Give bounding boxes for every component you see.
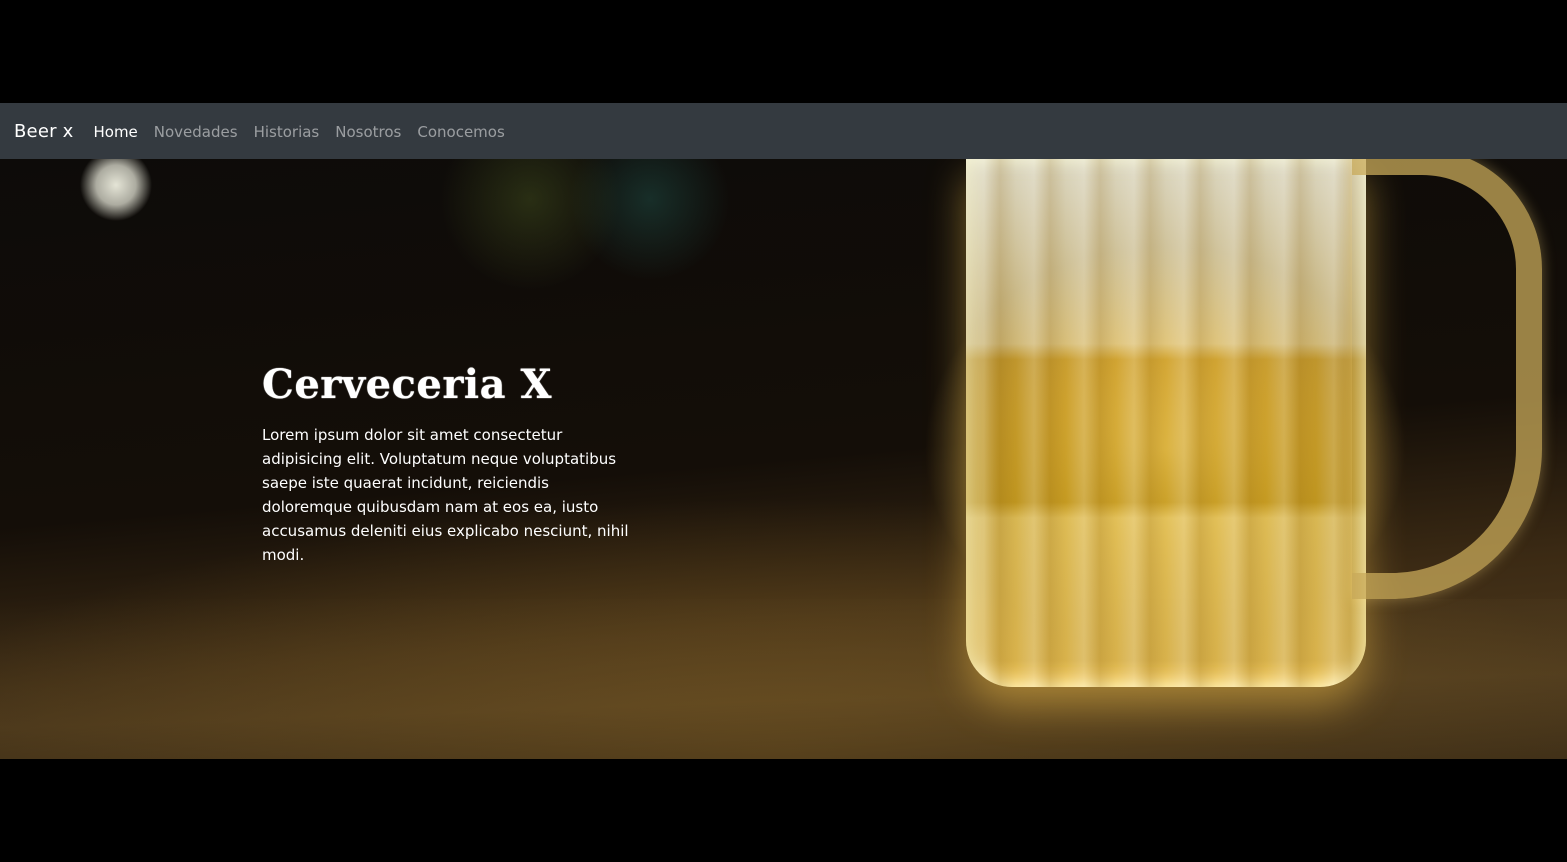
navbar: Beer x Home Novedades Historias Nosotros… <box>0 103 1567 159</box>
nav-item-conocemos: Conocemos <box>409 122 512 141</box>
nav-link-home[interactable]: Home <box>93 123 137 141</box>
hero-text: Cerveceria X Lorem ipsum dolor sit amet … <box>262 359 634 567</box>
nav-link-conocemos[interactable]: Conocemos <box>417 123 504 141</box>
beer-mug-image <box>966 159 1366 687</box>
mug-glass-ribs <box>966 159 1366 687</box>
nav-link-nosotros[interactable]: Nosotros <box>335 123 401 141</box>
hero-title: Cerveceria X <box>262 361 553 408</box>
brand-link[interactable]: Beer x <box>14 121 73 142</box>
page: Beer x Home Novedades Historias Nosotros… <box>0 0 1567 862</box>
nav-item-novedades: Novedades <box>146 122 246 141</box>
hero-section: Cerveceria X Lorem ipsum dolor sit amet … <box>0 159 1567 759</box>
nav-item-nosotros: Nosotros <box>327 122 409 141</box>
beer-mug-handle <box>1352 159 1542 599</box>
nav-links: Home Novedades Historias Nosotros Conoce… <box>85 122 512 141</box>
nav-link-historias[interactable]: Historias <box>254 123 320 141</box>
nav-item-home: Home <box>85 122 145 141</box>
nav-link-novedades[interactable]: Novedades <box>154 123 238 141</box>
hero-body: Lorem ipsum dolor sit amet consectetur a… <box>262 426 629 564</box>
nav-item-historias: Historias <box>246 122 328 141</box>
